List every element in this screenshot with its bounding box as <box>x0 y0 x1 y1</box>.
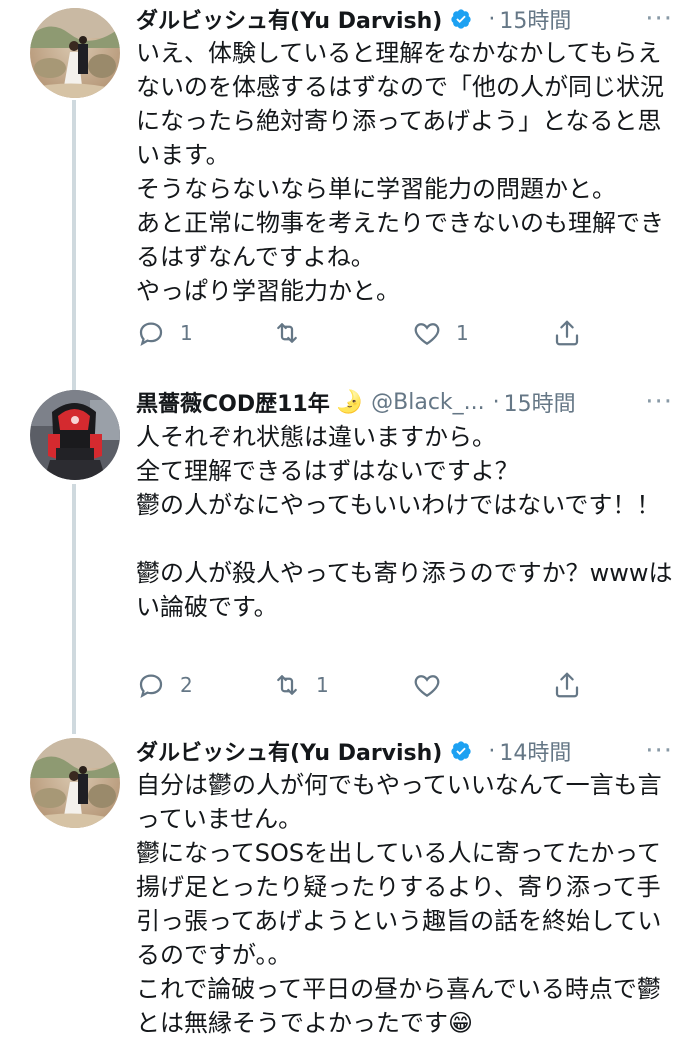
verified-badge-icon <box>450 740 472 762</box>
heart-icon <box>414 323 440 345</box>
timestamp[interactable]: 14時間 <box>499 735 571 767</box>
tweet-header: ダルビッシュ有(Yu Darvish) · 14時間 ··· <box>136 734 681 768</box>
reply-count: 1 <box>180 321 193 345</box>
like-count: 1 <box>456 321 469 345</box>
tweet-header: ダルビッシュ有(Yu Darvish) · 15時間 ··· <box>136 2 681 36</box>
tweet-actions: 1 1 <box>136 316 616 350</box>
tweet[interactable]: 黒薔薇COD歴11年 🌛 @Black_... · 15時間 ··· 人それぞれ… <box>0 372 699 728</box>
retweet-icon <box>277 323 297 343</box>
user-handle[interactable]: @Black_... <box>371 390 485 415</box>
separator-dot: · <box>488 738 496 764</box>
avatar[interactable] <box>30 738 120 828</box>
reply-count: 2 <box>180 673 193 697</box>
avatar[interactable] <box>30 8 120 98</box>
reply-icon <box>139 674 163 698</box>
share-button[interactable] <box>552 668 582 702</box>
tweet[interactable]: ダルビッシュ有(Yu Darvish) · 15時間 ··· いえ、体験している… <box>0 0 699 372</box>
display-name[interactable]: ダルビッシュ有(Yu Darvish) <box>136 3 442 35</box>
display-name[interactable]: ダルビッシュ有(Yu Darvish) <box>136 735 442 767</box>
share-button[interactable] <box>552 316 582 350</box>
tweet-actions: 2 1 <box>136 668 616 702</box>
separator-dot: · <box>492 389 500 415</box>
share-icon <box>555 672 579 698</box>
tweet-text: 自分は鬱の人が何でもやっていいなんて一言も言っていません。 鬱になってSOSを出… <box>136 771 662 1037</box>
more-options-icon[interactable]: ··· <box>645 4 673 34</box>
avatar[interactable] <box>30 390 120 480</box>
separator-dot: · <box>488 6 496 32</box>
like-button[interactable] <box>412 668 456 702</box>
reply-button[interactable]: 1 <box>136 316 193 350</box>
more-options-icon[interactable]: ··· <box>645 387 673 417</box>
more-options-icon[interactable]: ··· <box>645 736 673 766</box>
tweet-text: いえ、体験していると理解をなかなかしてもらえないのを体感するはずなので「他の人が… <box>136 39 664 305</box>
heart-icon <box>414 675 440 697</box>
retweet-button[interactable]: 1 <box>272 668 329 702</box>
tweet[interactable]: ダルビッシュ有(Yu Darvish) · 14時間 ··· 自分は鬱の人が何で… <box>0 728 699 1037</box>
timestamp[interactable]: 15時間 <box>504 386 576 418</box>
timestamp[interactable]: 15時間 <box>499 3 571 35</box>
moon-emoji-icon: 🌛 <box>335 389 364 415</box>
reply-button[interactable]: 2 <box>136 668 193 702</box>
retweet-icon <box>277 675 297 695</box>
verified-badge-icon <box>450 8 472 30</box>
share-icon <box>555 320 579 346</box>
retweet-button[interactable] <box>272 316 316 350</box>
tweet-header: 黒薔薇COD歴11年 🌛 @Black_... · 15時間 ··· <box>136 385 681 419</box>
like-button[interactable]: 1 <box>412 316 469 350</box>
retweet-count: 1 <box>316 673 329 697</box>
display-name[interactable]: 黒薔薇COD歴11年 <box>136 386 330 418</box>
reply-icon <box>139 322 163 346</box>
tweet-text: 人それぞれ状態は違いますから。 全て理解できるはずはないですよ？ 鬱の人がなにや… <box>136 423 673 621</box>
